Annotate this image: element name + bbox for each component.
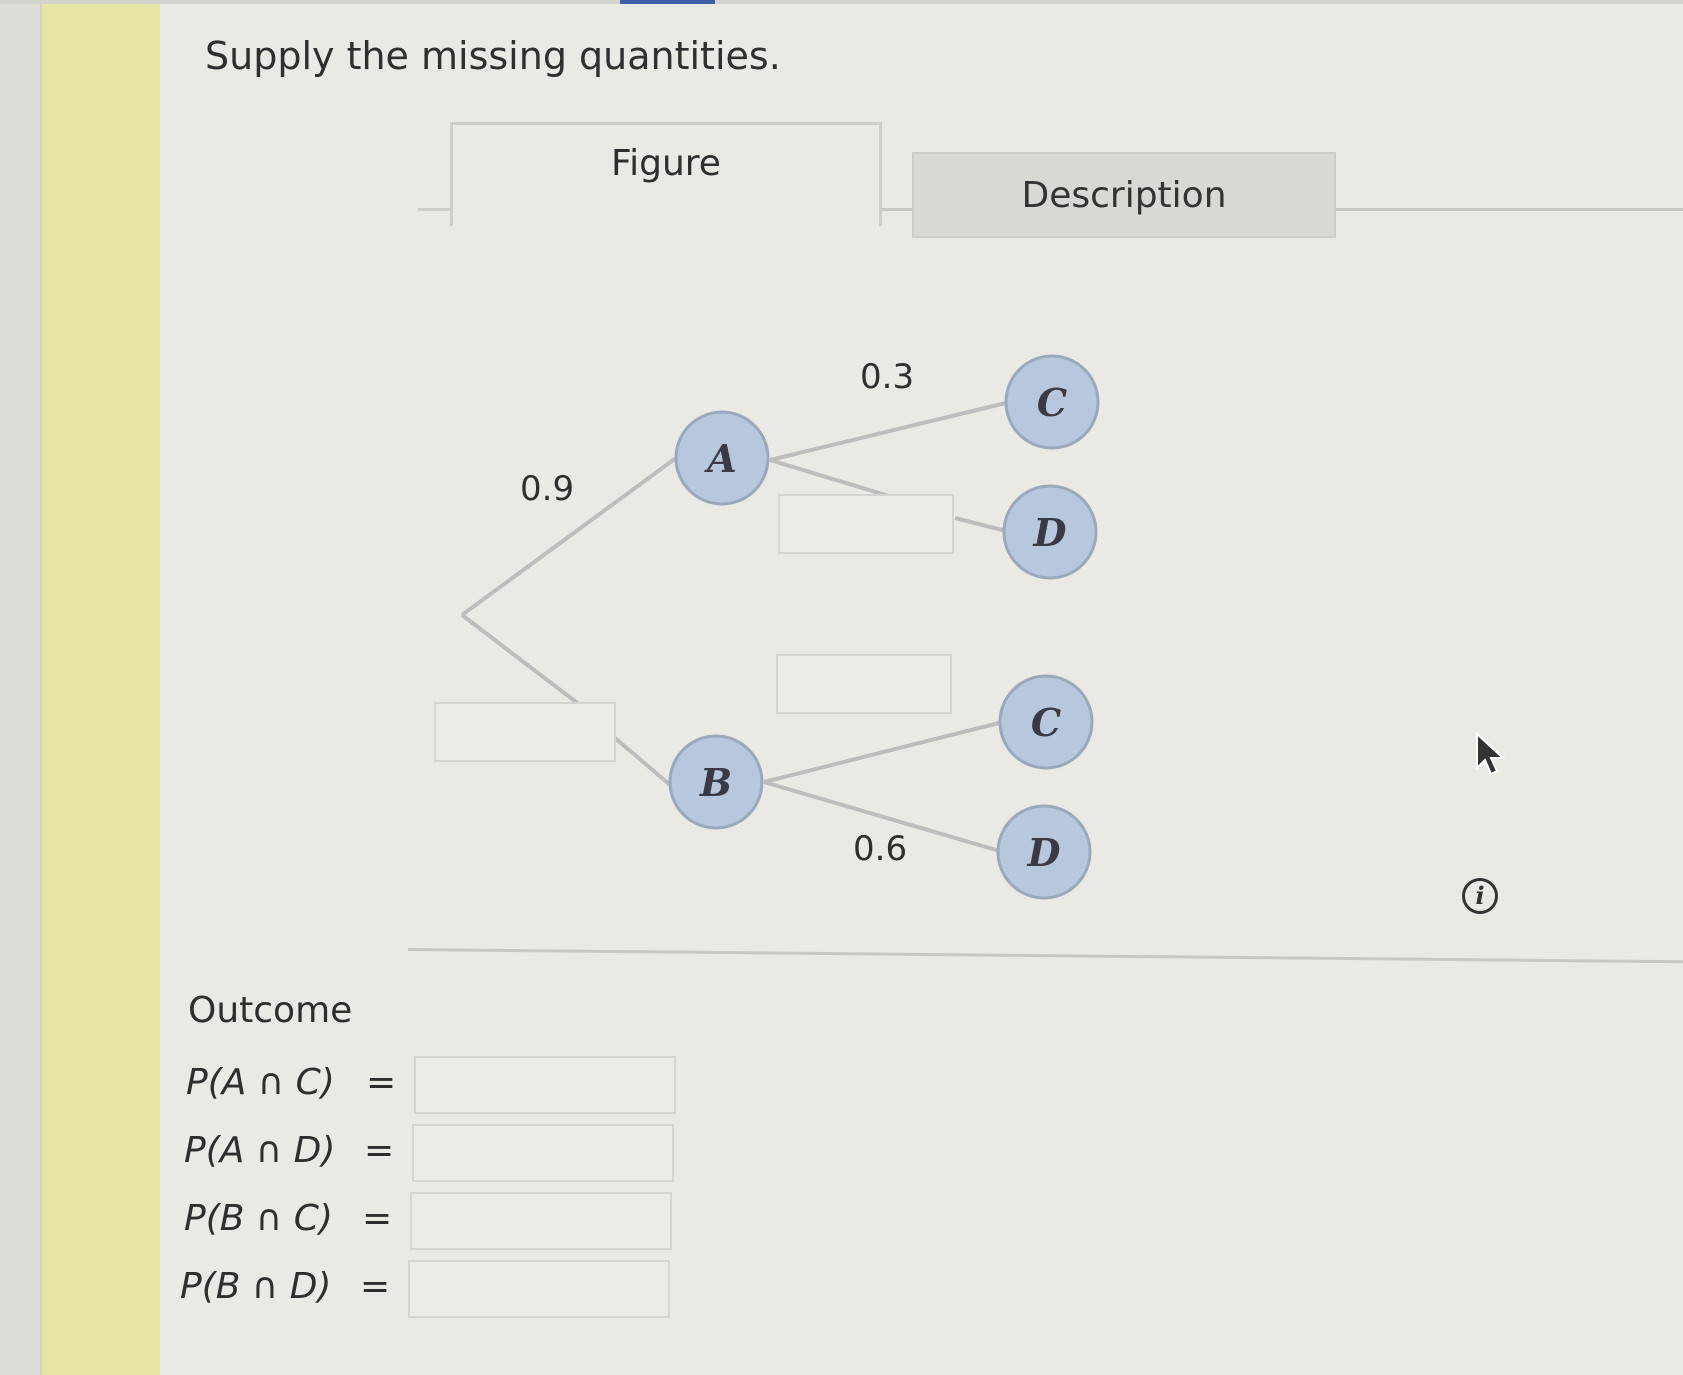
node-A-label: A	[704, 436, 736, 481]
prob-root-B-input[interactable]	[434, 702, 616, 762]
outcome-input-BC[interactable]	[410, 1192, 672, 1250]
branch-root-B	[460, 613, 582, 707]
node-B-label: B	[699, 760, 732, 805]
outcome-input-AD[interactable]	[412, 1124, 674, 1182]
prob-A-D-input[interactable]	[778, 494, 954, 554]
prob-B-C-input[interactable]	[776, 654, 952, 714]
equals-sign: =	[366, 1062, 397, 1103]
equals-sign: =	[362, 1198, 393, 1239]
branch-A-D	[769, 458, 893, 499]
outcome-input-BD[interactable]	[408, 1260, 670, 1318]
node-B-D-label: D	[1027, 830, 1061, 875]
prob-A-C: 0.3	[860, 357, 914, 397]
branch-A-C	[769, 400, 1011, 462]
prob-root-A: 0.9	[520, 469, 574, 509]
info-icon[interactable]: i	[1462, 878, 1498, 914]
outcome-label-BC: P(B ∩ C)	[184, 1198, 333, 1239]
branch-B-C	[763, 720, 1004, 784]
node-B-C-label: C	[1031, 700, 1061, 745]
tab-figure[interactable]: Figure	[450, 122, 882, 226]
branch-root-B-lower	[613, 736, 678, 792]
page: Supply the missing quantities. Descripti…	[0, 0, 1683, 1375]
node-A-C-label: C	[1037, 380, 1067, 425]
node-A-D-label: D	[1033, 510, 1067, 555]
outcome-label-AD: P(A ∩ D)	[184, 1130, 336, 1171]
outcome-heading: Outcome	[188, 990, 353, 1031]
prob-B-D: 0.6	[853, 829, 907, 869]
outcome-label-BD: P(B ∩ D)	[180, 1266, 332, 1307]
branch-A-D-lower	[954, 516, 1011, 534]
equals-sign: =	[360, 1266, 391, 1307]
mouse-cursor-icon	[1476, 732, 1506, 776]
outcome-input-AC[interactable]	[414, 1056, 676, 1114]
equals-sign: =	[364, 1130, 395, 1171]
outcome-label-AC: P(A ∩ C)	[186, 1062, 335, 1103]
